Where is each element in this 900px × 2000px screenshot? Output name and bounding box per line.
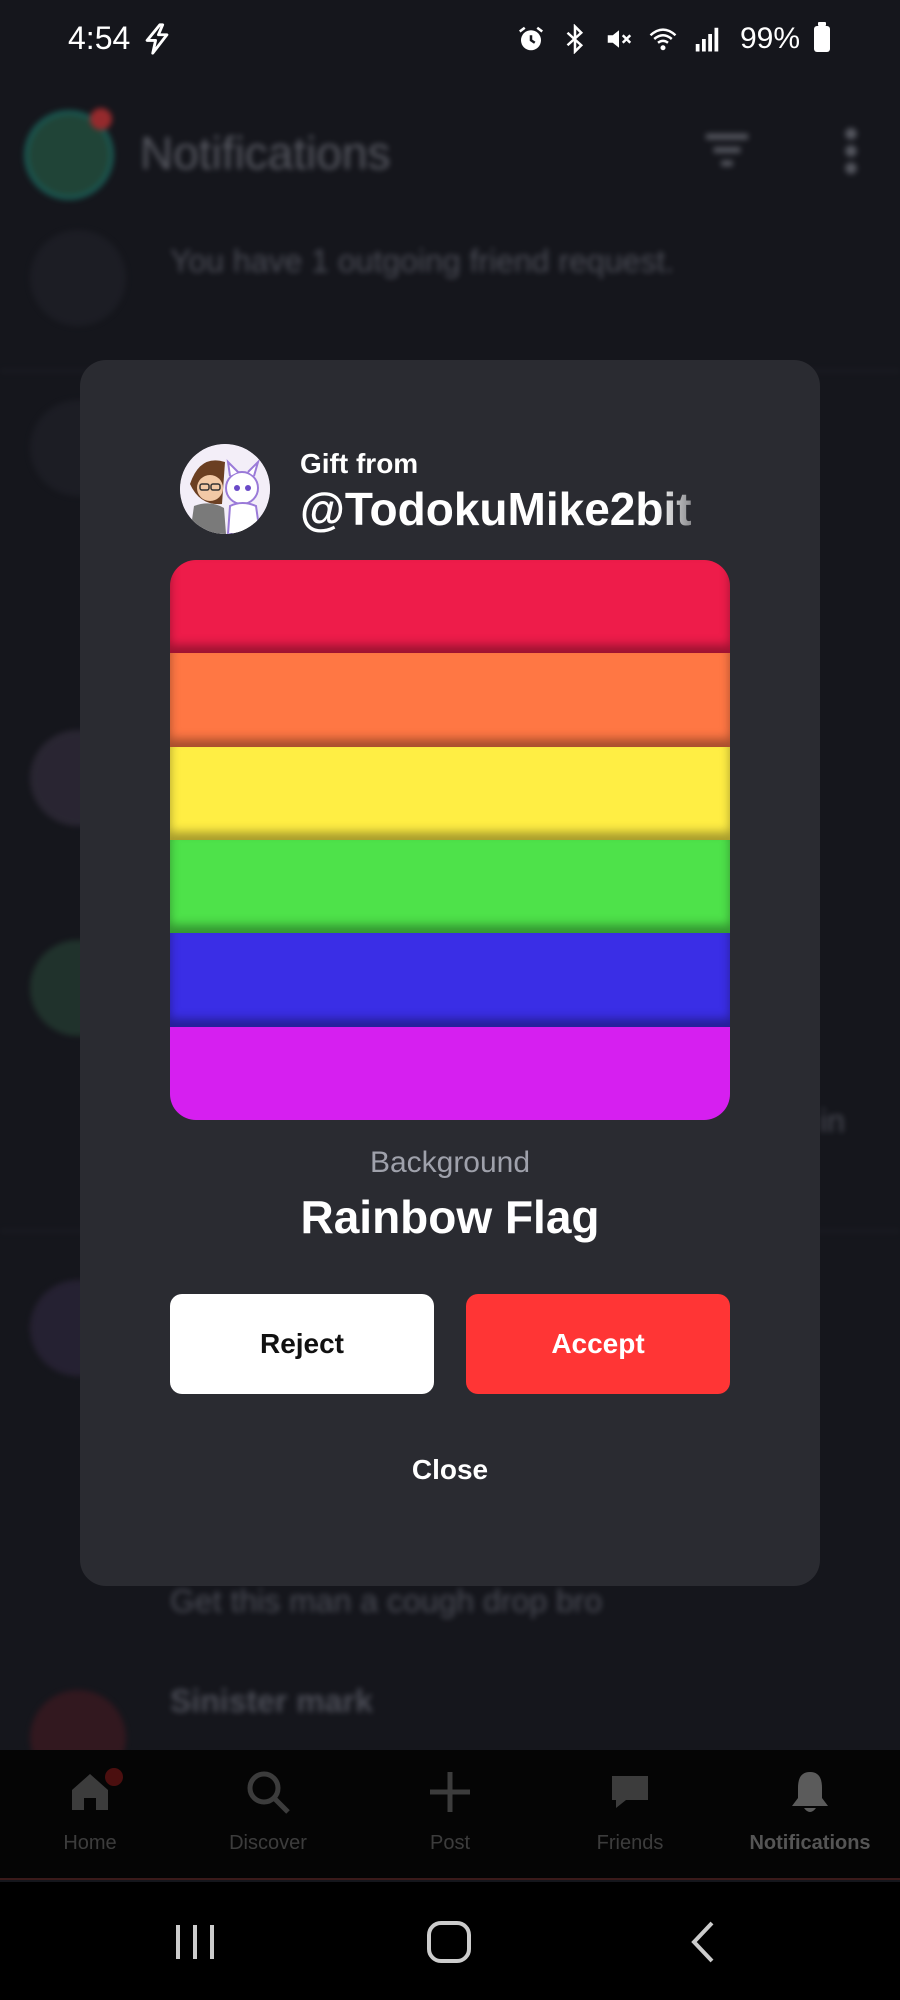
list-item-text: You have 1 outgoing friend request. bbox=[170, 243, 675, 279]
list-item-title: Sinister mark bbox=[170, 1683, 373, 1719]
flag-stripe-orange bbox=[170, 653, 730, 747]
item-type-label: Background bbox=[369, 1146, 531, 1179]
status-bar: 4:54 99% bbox=[0, 0, 900, 80]
chat-icon bbox=[612, 1776, 648, 1808]
profile-notification-dot bbox=[90, 108, 112, 130]
home-button-icon[interactable] bbox=[424, 1917, 474, 1967]
close-button[interactable]: Close bbox=[350, 1440, 550, 1500]
bolt-icon bbox=[145, 23, 169, 55]
nav-friends[interactable]: Friends bbox=[555, 1768, 705, 1855]
bottom-nav: Home Discover Post Friends Notifications bbox=[0, 1750, 900, 1880]
accept-button[interactable]: Accept bbox=[466, 1294, 730, 1394]
nav-label: Notifications bbox=[749, 1832, 871, 1854]
battery-icon bbox=[814, 22, 830, 52]
bell-icon bbox=[792, 1772, 828, 1812]
nav-label: Home bbox=[63, 1832, 117, 1854]
nav-label: Post bbox=[429, 1832, 471, 1854]
gift-from-label: Gift from bbox=[300, 448, 419, 479]
alarm-icon bbox=[518, 26, 543, 51]
flag-stripe-green bbox=[170, 839, 730, 934]
flag-stripe-purple bbox=[170, 1026, 730, 1120]
nav-discover[interactable]: Discover bbox=[193, 1768, 343, 1855]
battery-percent: 99% bbox=[739, 22, 800, 55]
flag-stripe-yellow bbox=[170, 746, 730, 840]
bluetooth-icon bbox=[566, 24, 584, 54]
item-name: Rainbow Flag bbox=[300, 1191, 600, 1243]
nav-notifications[interactable]: Notifications bbox=[735, 1768, 885, 1855]
list-item: You have 1 outgoing friend request. bbox=[0, 230, 900, 370]
notifications-header: Notifications bbox=[0, 98, 900, 200]
search-icon bbox=[247, 1771, 290, 1814]
signal-icon bbox=[695, 27, 719, 52]
nav-label: Friends bbox=[596, 1832, 664, 1854]
nav-home[interactable]: Home bbox=[15, 1768, 165, 1855]
flag-stripe-red bbox=[170, 560, 730, 654]
nav-label: Discover bbox=[229, 1832, 307, 1854]
list-item-text: Get this man a cough drop bro bbox=[170, 1583, 603, 1619]
status-time: 4:54 bbox=[68, 20, 131, 56]
plus-icon bbox=[430, 1772, 470, 1812]
sender-avatar bbox=[180, 444, 270, 534]
list-item: Get this man a cough drop bro bbox=[0, 1580, 900, 1640]
system-nav-bar bbox=[0, 1882, 900, 2000]
home-notification-dot bbox=[105, 1768, 123, 1786]
sender-username: @TodokuMike2bit bbox=[300, 483, 692, 535]
more-vert-icon bbox=[845, 128, 857, 174]
reject-button[interactable]: Reject bbox=[170, 1294, 434, 1394]
list-item: Sinister mark bbox=[0, 1680, 900, 1786]
flag-stripe-blue bbox=[170, 933, 730, 1027]
friend-request-icon bbox=[30, 230, 126, 326]
recent-apps-icon[interactable] bbox=[172, 1917, 218, 1967]
list-item-text-partial: in bbox=[820, 1103, 845, 1139]
filter-icon bbox=[705, 133, 749, 167]
wifi-icon bbox=[649, 28, 677, 51]
page-title: Notifications bbox=[140, 127, 391, 179]
rainbow-flag-preview bbox=[170, 560, 730, 1120]
gift-dialog: Gift from @TodokuMike2bit Background Rai… bbox=[80, 360, 820, 1586]
back-icon[interactable] bbox=[682, 1917, 722, 1967]
nav-post[interactable]: Post bbox=[375, 1768, 525, 1855]
mute-icon bbox=[607, 30, 632, 48]
status-icons: 99% bbox=[516, 22, 830, 56]
